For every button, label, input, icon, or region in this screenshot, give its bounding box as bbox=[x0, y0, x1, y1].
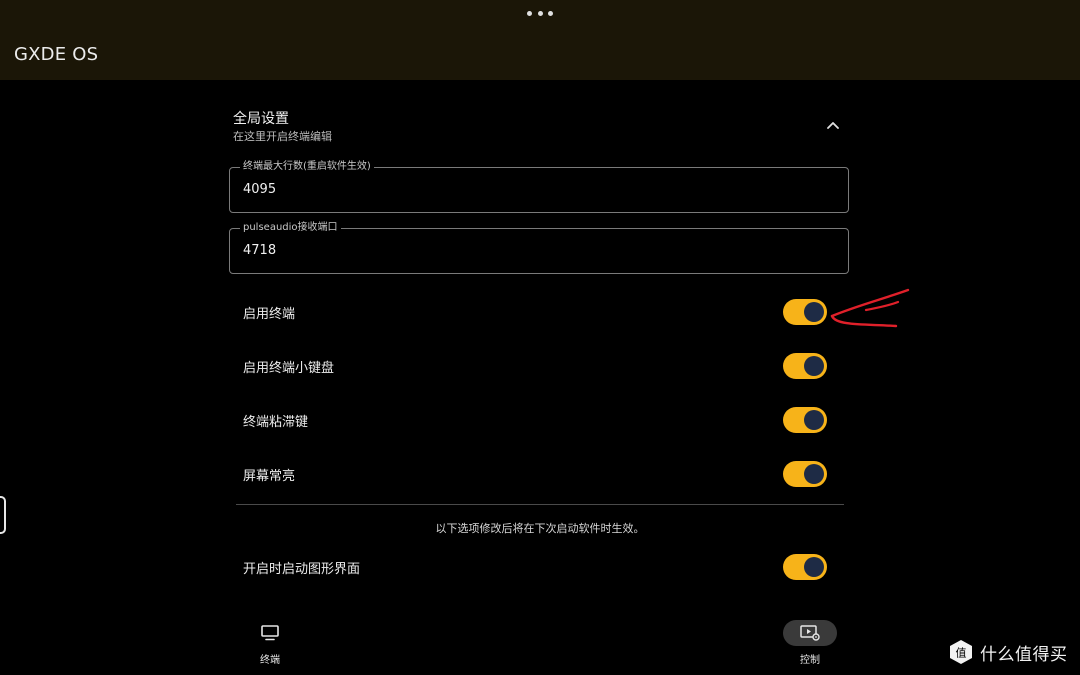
section-title: 全局设置 bbox=[233, 111, 289, 127]
dot bbox=[537, 10, 543, 16]
setting-label: 启用终端 bbox=[243, 307, 296, 322]
setting-label: 开启时启动图形界面 bbox=[243, 562, 361, 577]
red-arrow-annotation-icon bbox=[830, 288, 910, 328]
setting-start-gui: 开启时启动图形界面 bbox=[243, 552, 833, 582]
max-lines-input[interactable]: 4095 bbox=[243, 182, 276, 197]
max-lines-field[interactable]: 终端最大行数(重启软件生效) 4095 bbox=[229, 160, 849, 213]
switch-knob bbox=[804, 356, 824, 376]
pulseaudio-port-input[interactable]: 4718 bbox=[243, 243, 276, 258]
sticky-keys-switch[interactable] bbox=[783, 407, 827, 433]
section-subtitle: 在这里开启终端编辑 bbox=[233, 130, 332, 143]
window-handle-dots[interactable] bbox=[527, 8, 553, 18]
app-bar: GXDE OS bbox=[0, 0, 1080, 80]
pulseaudio-port-field[interactable]: pulseaudio接收端口 4718 bbox=[229, 221, 849, 274]
setting-label: 屏幕常亮 bbox=[243, 469, 296, 484]
screen-on-switch[interactable] bbox=[783, 461, 827, 487]
setting-enable-terminal: 启用终端 bbox=[243, 297, 833, 327]
watermark-logo: 值 bbox=[948, 639, 974, 665]
pulseaudio-port-label: pulseaudio接收端口 bbox=[240, 221, 341, 235]
setting-enable-keypad: 启用终端小键盘 bbox=[243, 351, 833, 381]
edge-handle[interactable] bbox=[0, 496, 6, 534]
setting-sticky-keys: 终端粘滞键 bbox=[243, 405, 833, 435]
start-gui-switch[interactable] bbox=[783, 554, 827, 580]
nav-icon-container bbox=[783, 620, 837, 646]
enable-keypad-switch[interactable] bbox=[783, 353, 827, 379]
switch-knob bbox=[804, 557, 824, 577]
svg-text:值: 值 bbox=[956, 647, 967, 660]
nav-control[interactable]: 控制 bbox=[775, 620, 845, 666]
restart-note: 以下选项修改后将在下次启动软件时生效。 bbox=[435, 522, 645, 535]
divider bbox=[236, 504, 844, 505]
nav-terminal[interactable]: 终端 bbox=[235, 620, 305, 666]
nav-icon-container bbox=[243, 620, 297, 646]
switch-knob bbox=[804, 302, 824, 322]
watermark: 值 什么值得买 bbox=[948, 638, 1068, 666]
setting-label: 启用终端小键盘 bbox=[243, 361, 335, 376]
nav-label: 控制 bbox=[800, 655, 820, 666]
monitor-icon bbox=[261, 625, 279, 641]
setting-label: 终端粘滞键 bbox=[243, 415, 309, 430]
app-window: GXDE OS 全局设置 在这里开启终端编辑 终端最大行数(重启软件生效) 40… bbox=[0, 0, 1080, 675]
dot bbox=[548, 10, 553, 16]
app-title: GXDE OS bbox=[14, 44, 99, 65]
max-lines-label: 终端最大行数(重启软件生效) bbox=[240, 160, 374, 174]
video-settings-icon bbox=[800, 625, 820, 641]
enable-terminal-switch[interactable] bbox=[783, 299, 827, 325]
dot bbox=[527, 10, 532, 16]
setting-screen-on: 屏幕常亮 bbox=[243, 459, 833, 489]
chevron-up-icon[interactable] bbox=[824, 117, 842, 135]
switch-knob bbox=[804, 464, 824, 484]
switch-knob bbox=[804, 410, 824, 430]
nav-label: 终端 bbox=[260, 655, 280, 666]
watermark-text: 什么值得买 bbox=[980, 644, 1068, 665]
